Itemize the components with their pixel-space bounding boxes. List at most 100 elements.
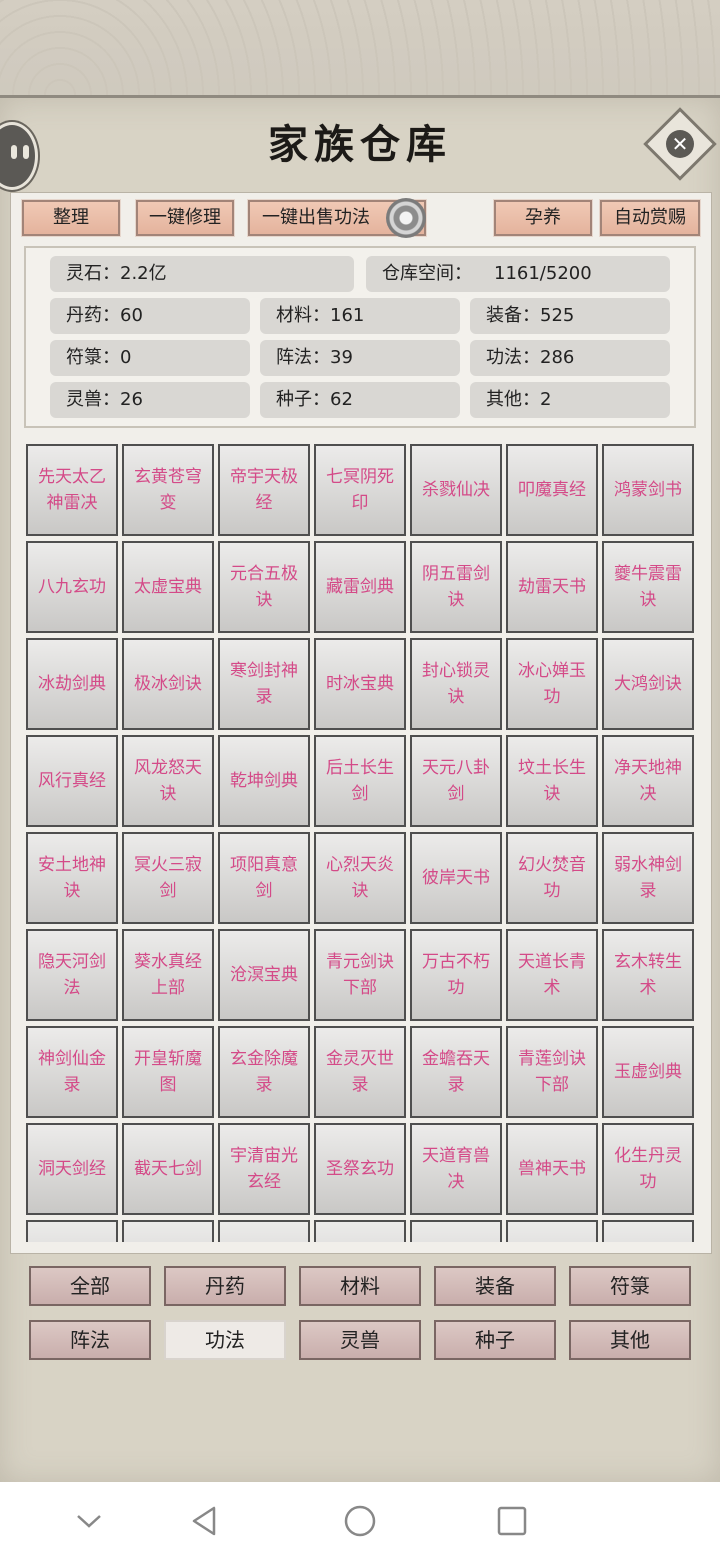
item-slot[interactable]: 青莲剑诀 下部	[506, 1026, 598, 1118]
item-slot[interactable]: 玄金除魔录	[218, 1026, 310, 1118]
item-slot[interactable]: 净天地神决	[602, 735, 694, 827]
gear-icon[interactable]	[386, 198, 426, 238]
category-tab[interactable]: 丹药	[164, 1266, 286, 1306]
item-slot[interactable]	[218, 1220, 310, 1242]
item-slot[interactable]: 幻火焚音功	[506, 832, 598, 924]
organize-button[interactable]: 整理	[21, 199, 121, 237]
item-name-line: 八九玄功	[38, 577, 106, 597]
category-tab[interactable]: 灵兽	[299, 1320, 421, 1360]
item-slot[interactable]: 阴五雷剑诀	[410, 541, 502, 633]
item-slot[interactable]	[410, 1220, 502, 1242]
item-slot[interactable]: 天道育兽决	[410, 1123, 502, 1215]
category-tab[interactable]: 符箓	[569, 1266, 691, 1306]
item-slot[interactable]: 兽神天书	[506, 1123, 598, 1215]
item-name-line: 弱水神剑	[614, 855, 682, 875]
item-slot[interactable]: 心烈天炎诀	[314, 832, 406, 924]
equipment-stat: 装备：525	[470, 298, 670, 334]
item-name-line: 洞天剑经	[38, 1159, 106, 1179]
item-slot[interactable]: 彼岸天书	[410, 832, 502, 924]
item-slot[interactable]	[26, 1220, 118, 1242]
repair-all-button[interactable]: 一键修理	[135, 199, 235, 237]
item-name-line: 诀	[447, 687, 465, 707]
item-name-line: 天元八卦	[422, 758, 490, 778]
item-slot[interactable]: 玉虚剑典	[602, 1026, 694, 1118]
item-slot[interactable]: 太虚宝典	[122, 541, 214, 633]
breed-button[interactable]: 孕养	[493, 199, 593, 237]
item-slot[interactable]: 圣祭玄功	[314, 1123, 406, 1215]
item-slot[interactable]: 寒剑封神录	[218, 638, 310, 730]
item-slot[interactable]: 冥火三寂剑	[122, 832, 214, 924]
item-slot[interactable]: 叩魔真经	[506, 444, 598, 536]
item-slot[interactable]: 金灵灭世录	[314, 1026, 406, 1118]
item-name-line: 葵水真经	[134, 952, 202, 972]
item-slot[interactable]: 大鸿剑诀	[602, 638, 694, 730]
home-icon[interactable]	[343, 1504, 377, 1538]
item-name-line: 大鸿剑诀	[614, 674, 682, 694]
item-name-line: 冰心婵玉	[518, 661, 586, 681]
category-tab[interactable]: 阵法	[29, 1320, 151, 1360]
recents-icon[interactable]	[495, 1504, 529, 1538]
item-name-line: 沧溟宝典	[230, 965, 298, 985]
item-slot[interactable]: 弱水神剑录	[602, 832, 694, 924]
item-slot[interactable]: 神剑仙金录	[26, 1026, 118, 1118]
item-slot[interactable]: 乾坤剑典	[218, 735, 310, 827]
item-slot[interactable]: 坟土长生诀	[506, 735, 598, 827]
item-slot[interactable]: 玄木转生术	[602, 929, 694, 1021]
item-slot[interactable]: 隐天河剑法	[26, 929, 118, 1021]
item-slot[interactable]: 宇清宙光 玄经	[218, 1123, 310, 1215]
item-name-line: 七冥阴死	[326, 467, 394, 487]
item-grid[interactable]: 先天太乙 神雷决 玄黄苍穹变帝宇天极经七冥阴死印杀戮仙决 叩魔真经 鸿蒙剑书八九玄功 太虚…	[18, 436, 702, 1242]
item-slot[interactable]	[506, 1220, 598, 1242]
item-slot[interactable]: 帝宇天极经	[218, 444, 310, 536]
item-slot[interactable]: 金蟾吞天录	[410, 1026, 502, 1118]
chevron-down-icon[interactable]	[72, 1504, 106, 1538]
back-icon[interactable]	[188, 1504, 222, 1538]
item-slot[interactable]: 冰劫剑典	[26, 638, 118, 730]
item-slot[interactable]: 天道长青术	[506, 929, 598, 1021]
item-slot[interactable]: 极冰剑诀	[122, 638, 214, 730]
item-slot[interactable]: 沧溟宝典	[218, 929, 310, 1021]
item-slot[interactable]: 夔牛震雷诀	[602, 541, 694, 633]
item-slot[interactable]: 藏雷剑典	[314, 541, 406, 633]
item-slot[interactable]	[602, 1220, 694, 1242]
item-slot[interactable]: 风龙怒天诀	[122, 735, 214, 827]
category-tab[interactable]: 材料	[299, 1266, 421, 1306]
page-title: 家族仓库	[268, 121, 452, 168]
category-tab[interactable]: 装备	[434, 1266, 556, 1306]
item-slot[interactable]: 劫雷天书	[506, 541, 598, 633]
item-slot[interactable]: 化生丹灵功	[602, 1123, 694, 1215]
category-tab[interactable]: 功法	[164, 1320, 286, 1360]
auto-reward-button[interactable]: 自动赏赐	[599, 199, 701, 237]
item-slot[interactable]: 风行真经	[26, 735, 118, 827]
category-tab[interactable]: 种子	[434, 1320, 556, 1360]
item-slot[interactable]	[122, 1220, 214, 1242]
item-name-line: 玄木转生	[614, 952, 682, 972]
item-slot[interactable]: 八九玄功	[26, 541, 118, 633]
item-slot[interactable]: 洞天剑经	[26, 1123, 118, 1215]
item-slot[interactable]: 元合五极诀	[218, 541, 310, 633]
item-slot[interactable]: 时冰宝典	[314, 638, 406, 730]
item-slot[interactable]: 先天太乙 神雷决	[26, 444, 118, 536]
item-slot[interactable]: 葵水真经 上部	[122, 929, 214, 1021]
item-slot[interactable]: 七冥阴死印	[314, 444, 406, 536]
item-slot[interactable]: 杀戮仙决	[410, 444, 502, 536]
item-name-line: 叩魔真经	[518, 480, 586, 500]
item-slot[interactable]: 项阳真意剑	[218, 832, 310, 924]
item-slot[interactable]: 开皇斩魔图	[122, 1026, 214, 1118]
item-slot[interactable]: 安土地神诀	[26, 832, 118, 924]
item-slot[interactable]: 万古不朽功	[410, 929, 502, 1021]
item-slot[interactable]: 青元剑诀 下部	[314, 929, 406, 1021]
item-slot[interactable]: 截天七剑	[122, 1123, 214, 1215]
category-tab[interactable]: 其他	[569, 1320, 691, 1360]
category-tab[interactable]: 全部	[29, 1266, 151, 1306]
item-slot[interactable]: 天元八卦剑	[410, 735, 502, 827]
item-name-line: 录	[447, 1075, 465, 1095]
item-name-line: 藏雷剑典	[326, 577, 394, 597]
item-slot[interactable]: 冰心婵玉功	[506, 638, 598, 730]
item-slot[interactable]: 鸿蒙剑书	[602, 444, 694, 536]
item-slot[interactable]: 后土长生剑	[314, 735, 406, 827]
item-slot[interactable]	[314, 1220, 406, 1242]
item-slot[interactable]: 封心锁灵诀	[410, 638, 502, 730]
item-slot[interactable]: 玄黄苍穹变	[122, 444, 214, 536]
item-name-line: 录	[351, 1075, 369, 1095]
